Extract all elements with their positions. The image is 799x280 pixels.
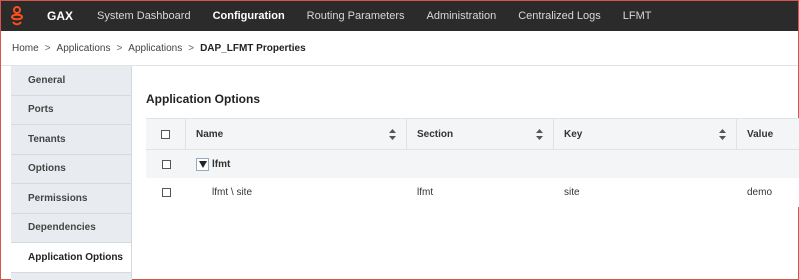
header-checkbox-cell [146, 119, 186, 149]
row-checkbox[interactable] [161, 188, 171, 197]
breadcrumb-applications-folder[interactable]: Applications [128, 43, 182, 54]
column-key-label: Key [564, 128, 583, 140]
row-name: lfmt \ site [212, 187, 253, 198]
group-checkbox[interactable] [161, 159, 171, 169]
nav-administration[interactable]: Administration [416, 1, 508, 31]
sidebar-item-application-options[interactable]: Application Options [11, 243, 131, 273]
breadcrumb-applications[interactable]: Applications [57, 43, 111, 54]
group-checkbox-cell [146, 150, 186, 178]
sidebar-item-permissions[interactable]: Permissions [11, 184, 131, 214]
row-section: lfmt [417, 187, 434, 198]
breadcrumb: Home > Applications > Applications > DAP… [1, 31, 798, 66]
column-section-label: Section [417, 128, 454, 140]
cell-section: lfmt [407, 178, 554, 207]
row-checkbox-cell [146, 178, 186, 207]
table-row[interactable]: lfmt \ site lfmt site demo [146, 178, 799, 207]
options-grid: Name Section Key Value lfmt lfmt \ site … [146, 118, 799, 207]
breadcrumb-separator: > [188, 42, 195, 54]
column-header-value[interactable]: Value [737, 119, 799, 149]
nav-system-dashboard[interactable]: System Dashboard [86, 1, 202, 31]
nav-lfmt[interactable]: LFMT [612, 1, 663, 31]
breadcrumb-current: DAP_LFMT Properties [200, 42, 306, 54]
nav-centralized-logs[interactable]: Centralized Logs [507, 1, 612, 31]
grid-header-row: Name Section Key Value [146, 118, 799, 150]
genesys-logo-icon[interactable] [3, 1, 31, 31]
breadcrumb-separator: > [44, 42, 51, 54]
nav-configuration[interactable]: Configuration [202, 1, 296, 31]
main-content: Application Options Name Section Key Val… [132, 66, 799, 279]
cell-key: site [554, 178, 737, 207]
column-header-name[interactable]: Name [186, 119, 407, 149]
nav-routing-parameters[interactable]: Routing Parameters [296, 1, 416, 31]
group-label: lfmt [212, 158, 231, 170]
properties-sidebar: General Ports Tenants Options Permission… [11, 66, 132, 280]
column-header-key[interactable]: Key [554, 119, 737, 149]
sidebar-item-tenants[interactable]: Tenants [11, 125, 131, 155]
top-navigation-bar: GAX System Dashboard Configuration Routi… [1, 1, 798, 31]
column-header-section[interactable]: Section [407, 119, 554, 149]
cell-value: demo [737, 178, 799, 207]
collapse-triangle-icon[interactable] [196, 157, 209, 171]
sidebar-item-ports[interactable]: Ports [11, 96, 131, 125]
column-value-label: Value [747, 128, 774, 140]
nav-brand-gax[interactable]: GAX [33, 1, 86, 31]
column-name-label: Name [196, 128, 224, 140]
breadcrumb-separator: > [116, 42, 123, 54]
sort-icon[interactable] [389, 128, 396, 140]
sort-icon[interactable] [719, 128, 726, 140]
group-name-cell: lfmt [186, 150, 407, 178]
sidebar-item-dependencies[interactable]: Dependencies [11, 214, 131, 243]
breadcrumb-home[interactable]: Home [12, 43, 39, 54]
group-row[interactable]: lfmt [146, 150, 799, 178]
main-nav: GAX System Dashboard Configuration Routi… [33, 1, 663, 31]
cell-name: lfmt \ site [186, 178, 407, 207]
page-title: Application Options [146, 92, 260, 106]
select-all-checkbox[interactable] [161, 129, 170, 139]
row-value: demo [747, 187, 773, 198]
sort-icon[interactable] [536, 128, 543, 140]
sidebar-item-general[interactable]: General [11, 66, 131, 96]
sidebar-item-options[interactable]: Options [11, 155, 131, 184]
row-key: site [564, 187, 580, 198]
